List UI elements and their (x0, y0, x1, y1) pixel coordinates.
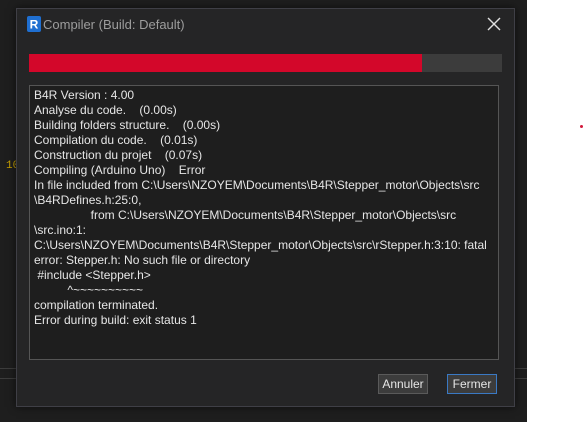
log-line: Compilation du code. (0.01s) (34, 133, 198, 147)
log-line: B4R Version : 4.00 (34, 88, 135, 102)
log-line: \src.ino:1: (34, 223, 87, 237)
close-button[interactable]: Fermer (447, 374, 497, 394)
log-line: error: Stepper.h: No such file or direct… (34, 253, 251, 267)
log-line: Construction du projet (0.07s) (34, 148, 203, 162)
log-line: In file included from C:\Users\NZOYEM\Do… (34, 178, 480, 192)
svg-text:R: R (30, 18, 39, 32)
log-line: from C:\Users\NZOYEM\Documents\B4R\Stepp… (34, 208, 457, 222)
marker-dot (580, 125, 583, 128)
close-icon[interactable] (484, 14, 504, 34)
log-line: Building folders structure. (0.00s) (34, 118, 221, 132)
cancel-button[interactable]: Annuler (378, 374, 428, 394)
dialog-title: Compiler (Build: Default) (43, 17, 185, 32)
dialog-titlebar[interactable]: R Compiler (Build: Default) (17, 9, 514, 39)
log-line: \B4RDefines.h:25:0, (34, 193, 142, 207)
log-line: C:\Users\NZOYEM\Documents\B4R\Stepper_mo… (34, 238, 487, 252)
progress-fill (29, 54, 422, 72)
log-line: ^~~~~~~~~~~ (34, 283, 144, 297)
log-line: Analyse du code. (0.00s) (34, 103, 177, 117)
log-line: Error during build: exit status 1 (34, 313, 197, 327)
log-line: compilation terminated. (34, 298, 159, 312)
b4r-logo-icon: R (27, 16, 41, 32)
progress-bar (29, 54, 502, 72)
log-line: #include <Stepper.h> (34, 268, 151, 282)
compiler-dialog: R Compiler (Build: Default) B4R Version … (16, 8, 515, 407)
compiler-log[interactable]: B4R Version : 4.00 Analyse du code. (0.00… (29, 85, 499, 360)
log-line: Compiling (Arduino Uno) Error (34, 163, 206, 177)
